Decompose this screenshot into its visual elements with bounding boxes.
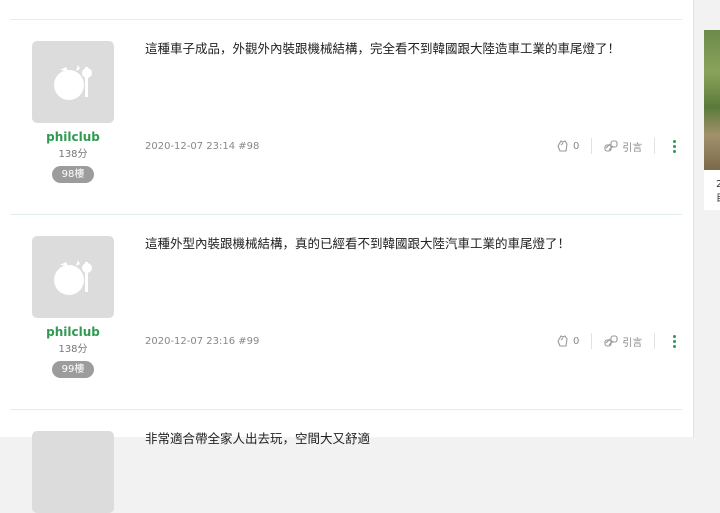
sidebar-snippet-line: 2 (716, 179, 720, 190)
like-button[interactable]: 0 (555, 334, 579, 348)
avatar[interactable] (32, 41, 114, 123)
floor-badge: 99樓 (52, 361, 94, 378)
post-99: philclub 138分 99樓 這種外型內裝跟機械結構，真的已經看不到韓國跟… (0, 215, 693, 410)
post-actions: 0 引言 (555, 136, 682, 156)
user-score: 138分 (58, 149, 88, 160)
quote-label: 引言 (622, 337, 643, 349)
more-options-button[interactable] (667, 139, 682, 153)
sidebar-card[interactable]: 2 自 (704, 30, 720, 210)
post-meta[interactable]: 2020-12-07 23:16 #99 (145, 336, 259, 347)
separator (654, 333, 656, 349)
post-actions: 0 引言 (555, 331, 682, 351)
separator (654, 138, 656, 154)
post-content-preview: 非常適合帶全家人出去玩，空間大又舒適 (145, 431, 371, 446)
quote-button[interactable]: 引言 (604, 334, 642, 349)
quote-label: 引言 (622, 142, 643, 154)
divider (10, 409, 682, 410)
quote-link-icon (604, 140, 618, 152)
avatar[interactable] (32, 431, 114, 513)
username[interactable]: philclub (32, 325, 114, 339)
sidebar-snippet[interactable]: 2 自 (716, 178, 720, 206)
quote-button[interactable]: 引言 (604, 139, 642, 154)
more-options-button[interactable] (667, 334, 682, 348)
post-content: 這種車子成品，外觀外內裝跟機械結構，完全看不到韓國跟大陸造車工業的車尾燈了！ (145, 41, 621, 56)
post-meta[interactable]: 2020-12-07 23:14 #98 (145, 141, 259, 152)
quote-link-icon (604, 335, 618, 347)
sidebar-snippet-line: 自 (716, 192, 720, 206)
like-count: 0 (573, 335, 580, 347)
post-content: 這種外型內裝跟機械結構，真的已經看不到韓國跟大陸汽車工業的車尾燈了！ (145, 236, 571, 251)
sidebar-thumbnail[interactable] (704, 30, 720, 170)
default-avatar-icon (54, 260, 92, 295)
clap-hands-icon (557, 140, 568, 152)
floor-badge: 98樓 (52, 166, 94, 183)
separator (591, 138, 593, 154)
post-98: philclub 138分 98樓 這種車子成品，外觀外內裝跟機械結構，完全看不… (0, 20, 693, 215)
like-count: 0 (573, 140, 580, 152)
clap-hands-icon (557, 335, 568, 347)
separator (591, 333, 593, 349)
like-button[interactable]: 0 (555, 139, 579, 153)
username[interactable]: philclub (32, 130, 114, 144)
default-avatar-icon (54, 65, 92, 100)
user-score: 138分 (58, 344, 88, 355)
avatar[interactable] (32, 236, 114, 318)
post-list: philclub 138分 98樓 這種車子成品，外觀外內裝跟機械結構，完全看不… (0, 0, 694, 513)
